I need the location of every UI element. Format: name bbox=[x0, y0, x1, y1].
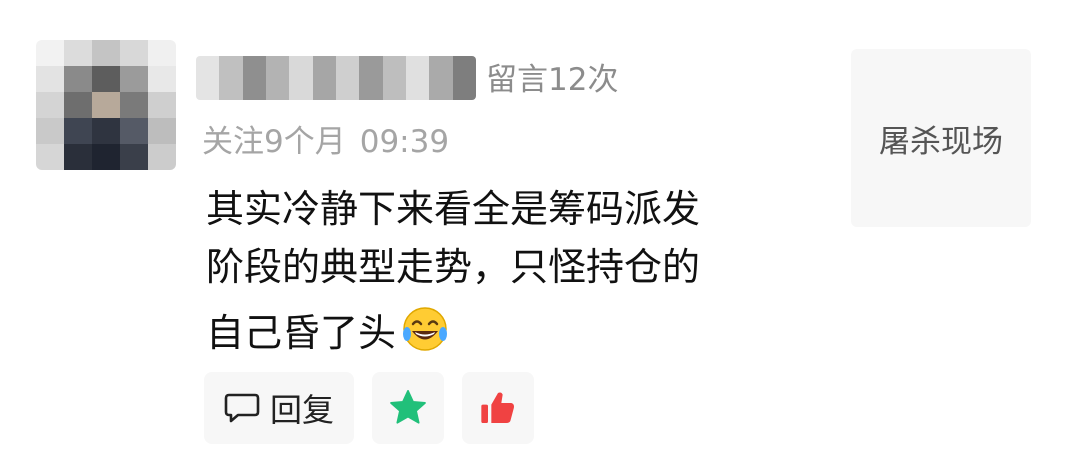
reply-button[interactable]: 回复 bbox=[204, 372, 354, 444]
follow-duration: 关注9个月 bbox=[202, 124, 346, 160]
comment-meta: 关注9个月 09:39 bbox=[202, 120, 449, 164]
comment-line: 阶段的典型走势，只怪持仓的 bbox=[206, 245, 701, 289]
comment-line: 其实冷静下来看全是筹码派发 bbox=[206, 187, 701, 231]
username-blurred[interactable] bbox=[196, 56, 476, 100]
comment-time: 09:39 bbox=[359, 124, 450, 160]
comment-line: 自己昏了头 bbox=[206, 311, 397, 355]
thumbs-up-icon bbox=[481, 392, 514, 423]
avatar[interactable] bbox=[36, 40, 176, 170]
like-button[interactable] bbox=[462, 372, 534, 444]
side-card-label: 屠杀现场 bbox=[879, 123, 1003, 160]
reply-label: 回复 bbox=[269, 391, 334, 429]
star-icon bbox=[390, 389, 426, 424]
laughing-tears-emoji-icon bbox=[403, 307, 448, 351]
comment-text: 其实冷静下来看全是筹码派发 阶段的典型走势，只怪持仓的 自己昏了头 bbox=[206, 180, 846, 362]
comment-bubble-icon bbox=[224, 393, 260, 423]
comment-actions: 回复 bbox=[204, 372, 534, 444]
side-article-card[interactable]: 屠杀现场 bbox=[851, 49, 1031, 227]
message-count: 留言12次 bbox=[486, 62, 619, 98]
favorite-button[interactable] bbox=[372, 372, 444, 444]
